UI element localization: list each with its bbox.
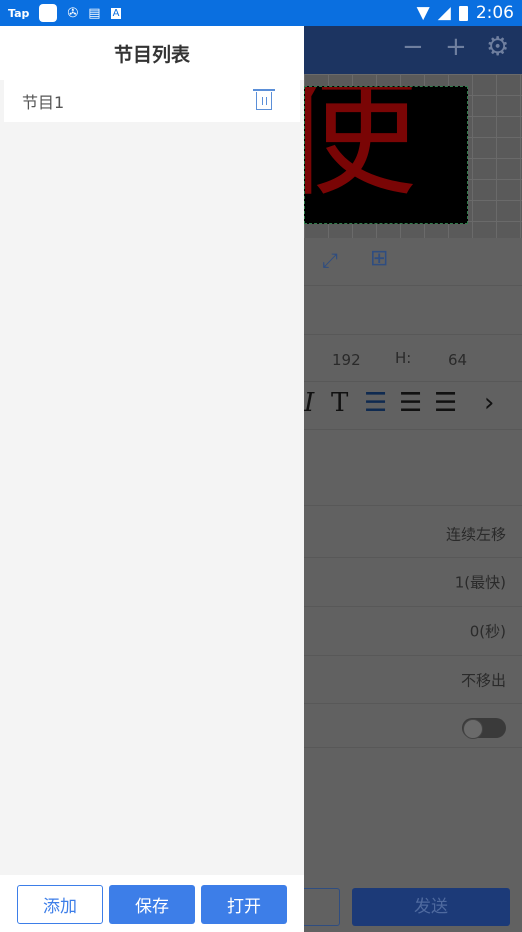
- list-item[interactable]: 节目1: [4, 80, 300, 122]
- toggle-row: [304, 706, 522, 748]
- add-button[interactable]: 添加: [17, 885, 103, 924]
- app-icon: [39, 4, 58, 22]
- led-canvas[interactable]: 使: [304, 74, 522, 238]
- italic-icon[interactable]: I: [304, 388, 314, 418]
- chevron-right-icon[interactable]: ›: [484, 388, 494, 418]
- zoom-in-icon[interactable]: +: [445, 32, 467, 62]
- sync-icon: ✇: [67, 5, 79, 21]
- app-label: Tap: [8, 6, 30, 20]
- size-row: 192 H: 64: [304, 340, 522, 382]
- program-name: 节目1: [22, 93, 65, 112]
- setting-row[interactable]: 不移出: [304, 656, 522, 704]
- app-header: − + ⚙: [304, 26, 522, 74]
- drawer-actions: 添加 保存 打开: [0, 875, 304, 932]
- align-center-icon[interactable]: ☰: [399, 388, 422, 418]
- trash-icon[interactable]: [253, 89, 275, 110]
- open-button[interactable]: 打开: [201, 885, 287, 924]
- align-right-icon[interactable]: ☰: [434, 388, 457, 418]
- clock: 2:06: [475, 3, 514, 23]
- background-app: − + ⚙ 使 ⤢ ⊞ 192 H: 64 I T ☰ ☰ ☰ › 连续左移 1…: [294, 26, 522, 932]
- wifi-icon: ▼: [416, 3, 430, 23]
- setting-row[interactable]: 1(最快): [304, 558, 522, 607]
- font-icon: A: [110, 7, 122, 19]
- height-label: H:: [395, 349, 412, 367]
- save-button[interactable]: 保存: [109, 885, 195, 924]
- drawer-title: 节目列表: [0, 26, 304, 80]
- status-bar: Tap ✇ ▤ A ▼ ◢ 2:06: [0, 0, 522, 26]
- fullscreen-icon[interactable]: ⤢: [322, 248, 338, 272]
- gear-icon[interactable]: ⚙: [486, 32, 509, 62]
- led-preview: 使: [304, 86, 468, 224]
- battery-icon: [458, 5, 468, 21]
- setting-row[interactable]: 0(秒): [304, 607, 522, 656]
- text-input-area[interactable]: [304, 436, 522, 506]
- width-value[interactable]: 192: [332, 351, 361, 369]
- storage-icon: ▤: [88, 5, 101, 21]
- format-toolbar: I T ☰ ☰ ☰ ›: [304, 384, 522, 430]
- height-value[interactable]: 64: [448, 351, 467, 369]
- program-list-drawer: 节目列表 节目1 添加 保存 打开: [0, 26, 304, 932]
- setting-row[interactable]: 连续左移: [304, 510, 522, 558]
- grid-icon[interactable]: ⊞: [370, 246, 388, 271]
- toggle-switch[interactable]: [462, 718, 506, 739]
- zoom-out-icon[interactable]: −: [402, 32, 424, 62]
- signal-icon: ◢: [437, 3, 451, 23]
- section-spacer: [304, 285, 522, 335]
- text-icon[interactable]: T: [331, 388, 348, 418]
- send-button[interactable]: 发送: [352, 888, 510, 926]
- align-left-icon[interactable]: ☰: [364, 388, 387, 418]
